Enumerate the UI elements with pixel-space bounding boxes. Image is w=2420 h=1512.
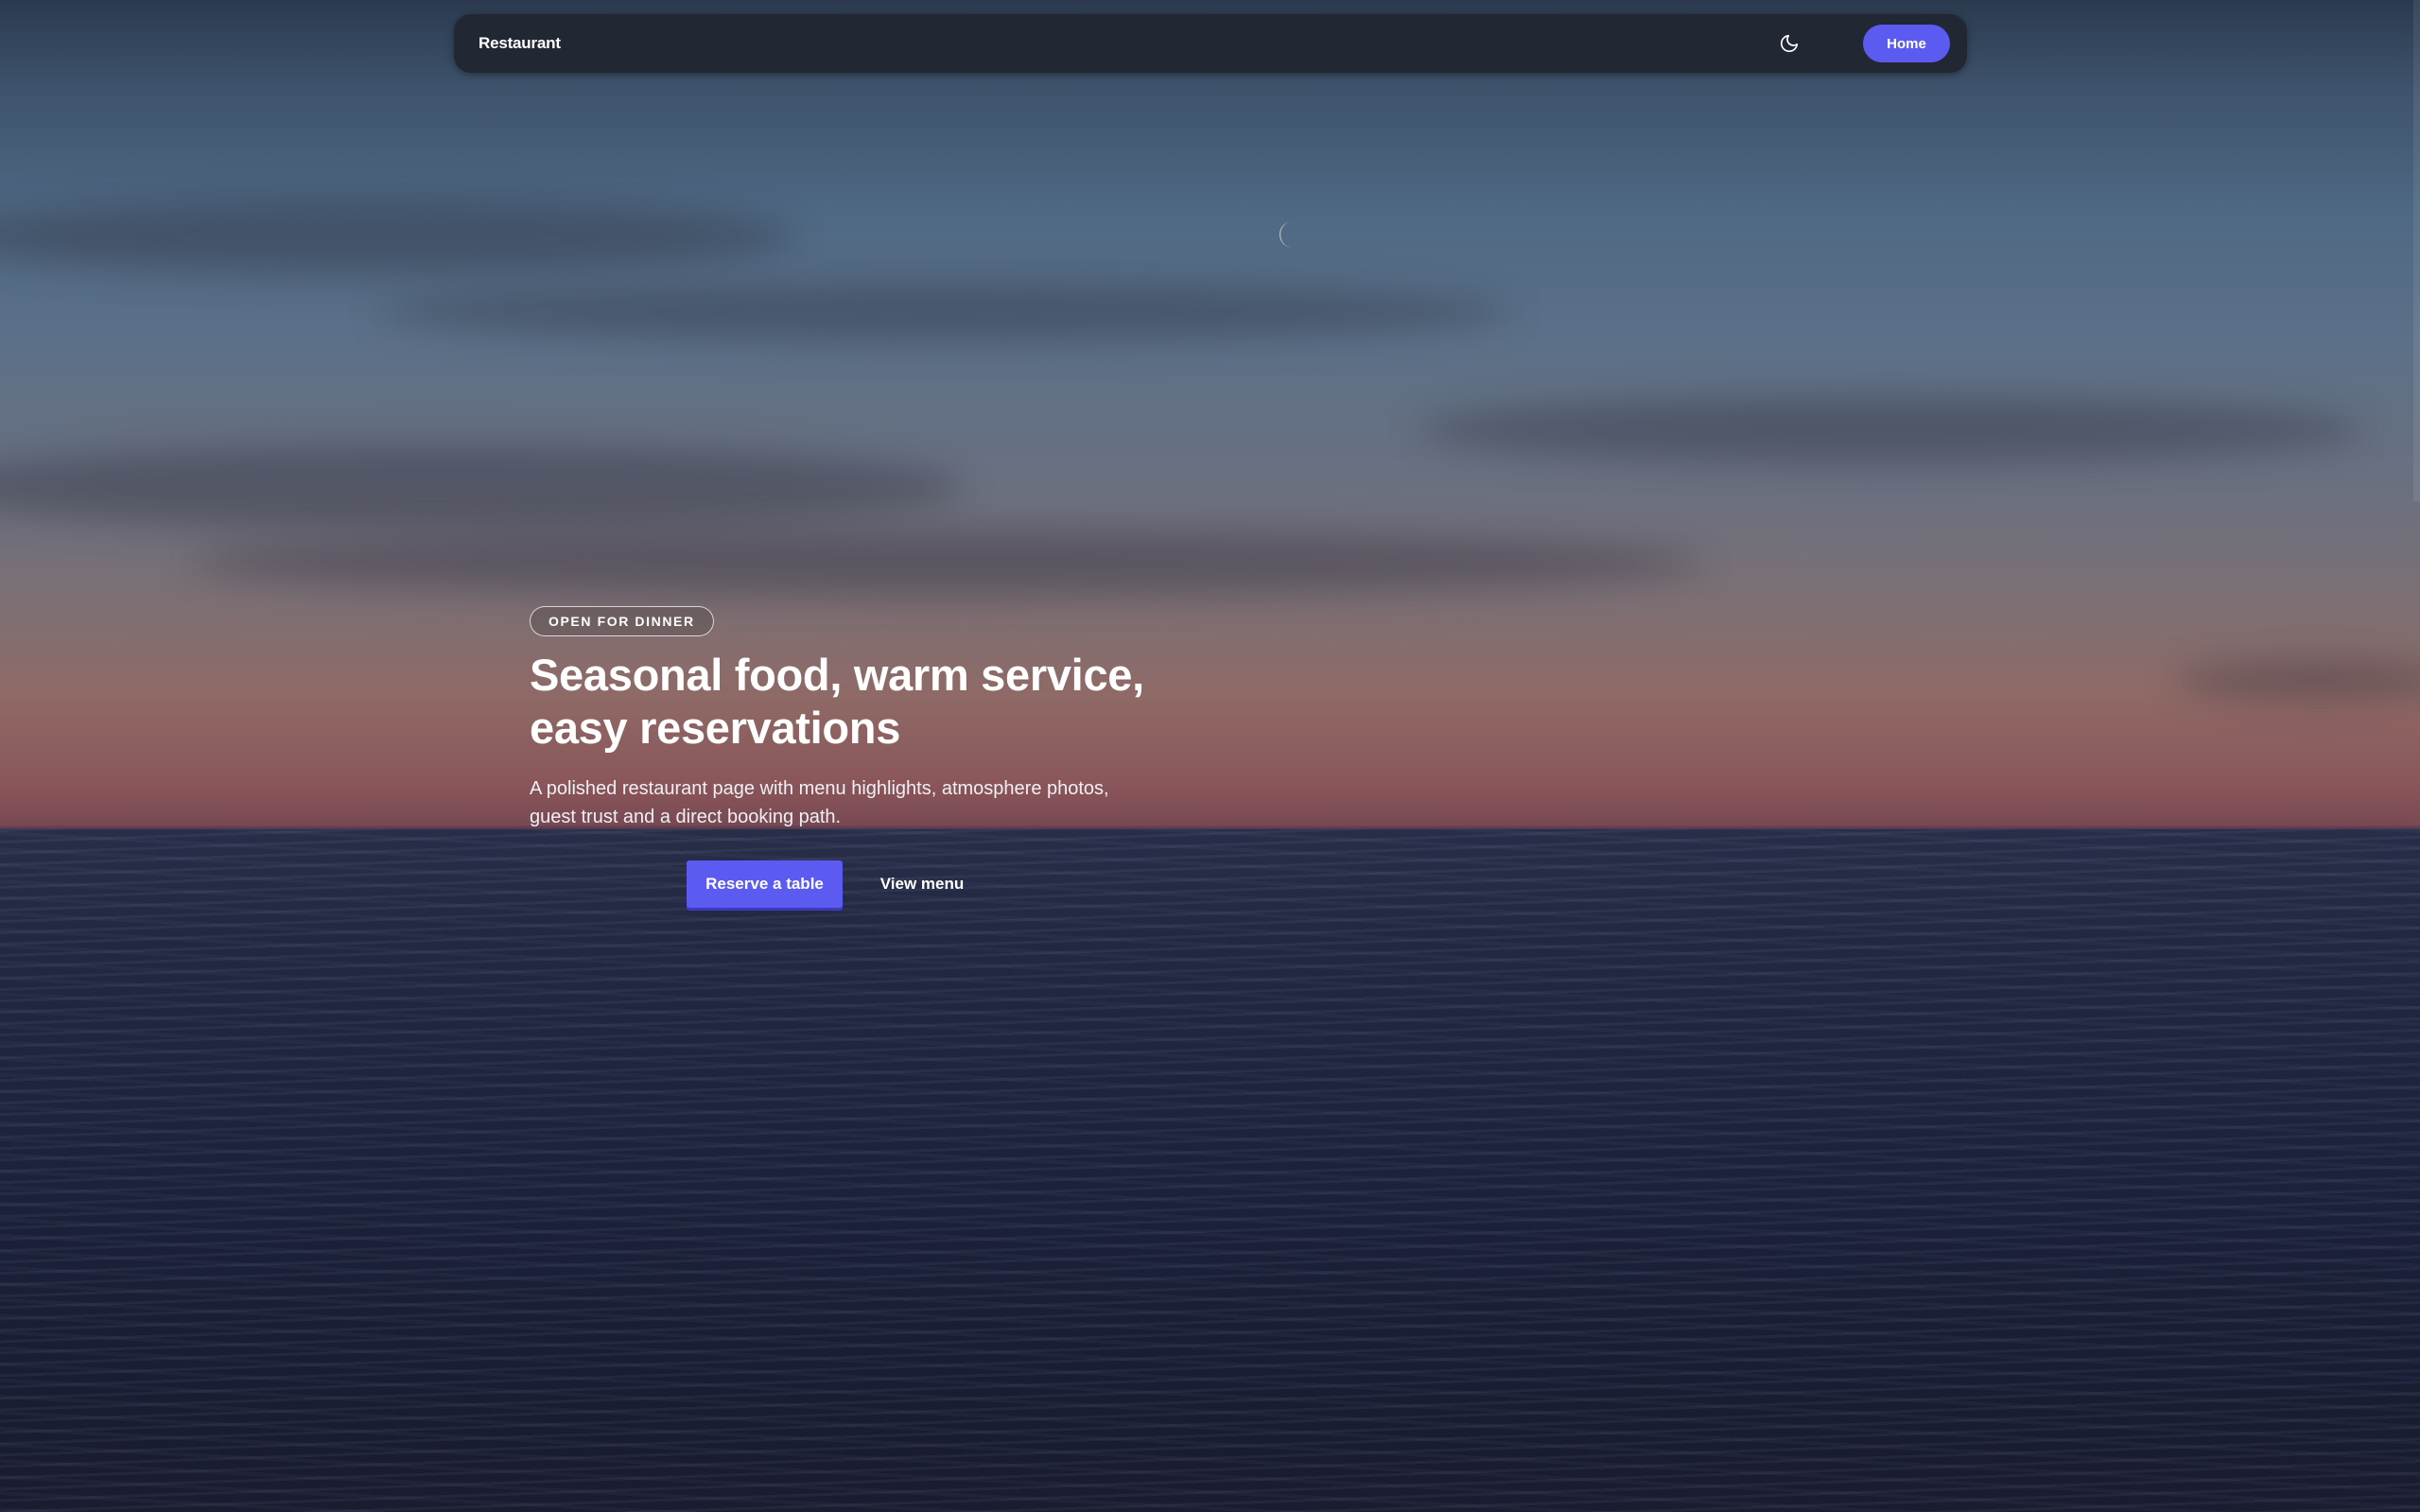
view-menu-link[interactable]: View menu: [870, 860, 974, 908]
hero-description: A polished restaurant page with menu hig…: [530, 774, 1173, 831]
crescent-moon: [1279, 221, 1294, 249]
scrollbar[interactable]: [2413, 0, 2420, 501]
theme-toggle-button[interactable]: [1776, 30, 1802, 57]
sea: [0, 829, 2420, 1512]
cloud: [2175, 662, 2420, 700]
description-line-1: A polished restaurant page with menu hig…: [530, 778, 1109, 799]
top-navbar: Restaurant Home: [454, 14, 1967, 73]
reserve-table-button[interactable]: Reserve a table: [687, 860, 843, 908]
description-line-2: guest trust and a direct booking path.: [530, 807, 842, 827]
headline-line-2: easy reservations: [530, 703, 901, 753]
headline-line-1: Seasonal food, warm service,: [530, 650, 1144, 700]
home-button[interactable]: Home: [1863, 25, 1950, 62]
cloud: [0, 444, 965, 530]
cloud: [189, 530, 1702, 596]
hero-background-image: [0, 0, 2420, 1512]
status-badge: OPEN FOR DINNER: [530, 606, 714, 636]
moon-icon: [1780, 34, 1799, 53]
cloud: [1419, 397, 2364, 463]
brand-logo-text[interactable]: Restaurant: [479, 34, 561, 53]
cloud: [378, 284, 1513, 340]
page-title: Seasonal food, warm service, easy reserv…: [530, 649, 1192, 755]
cloud: [0, 199, 794, 274]
